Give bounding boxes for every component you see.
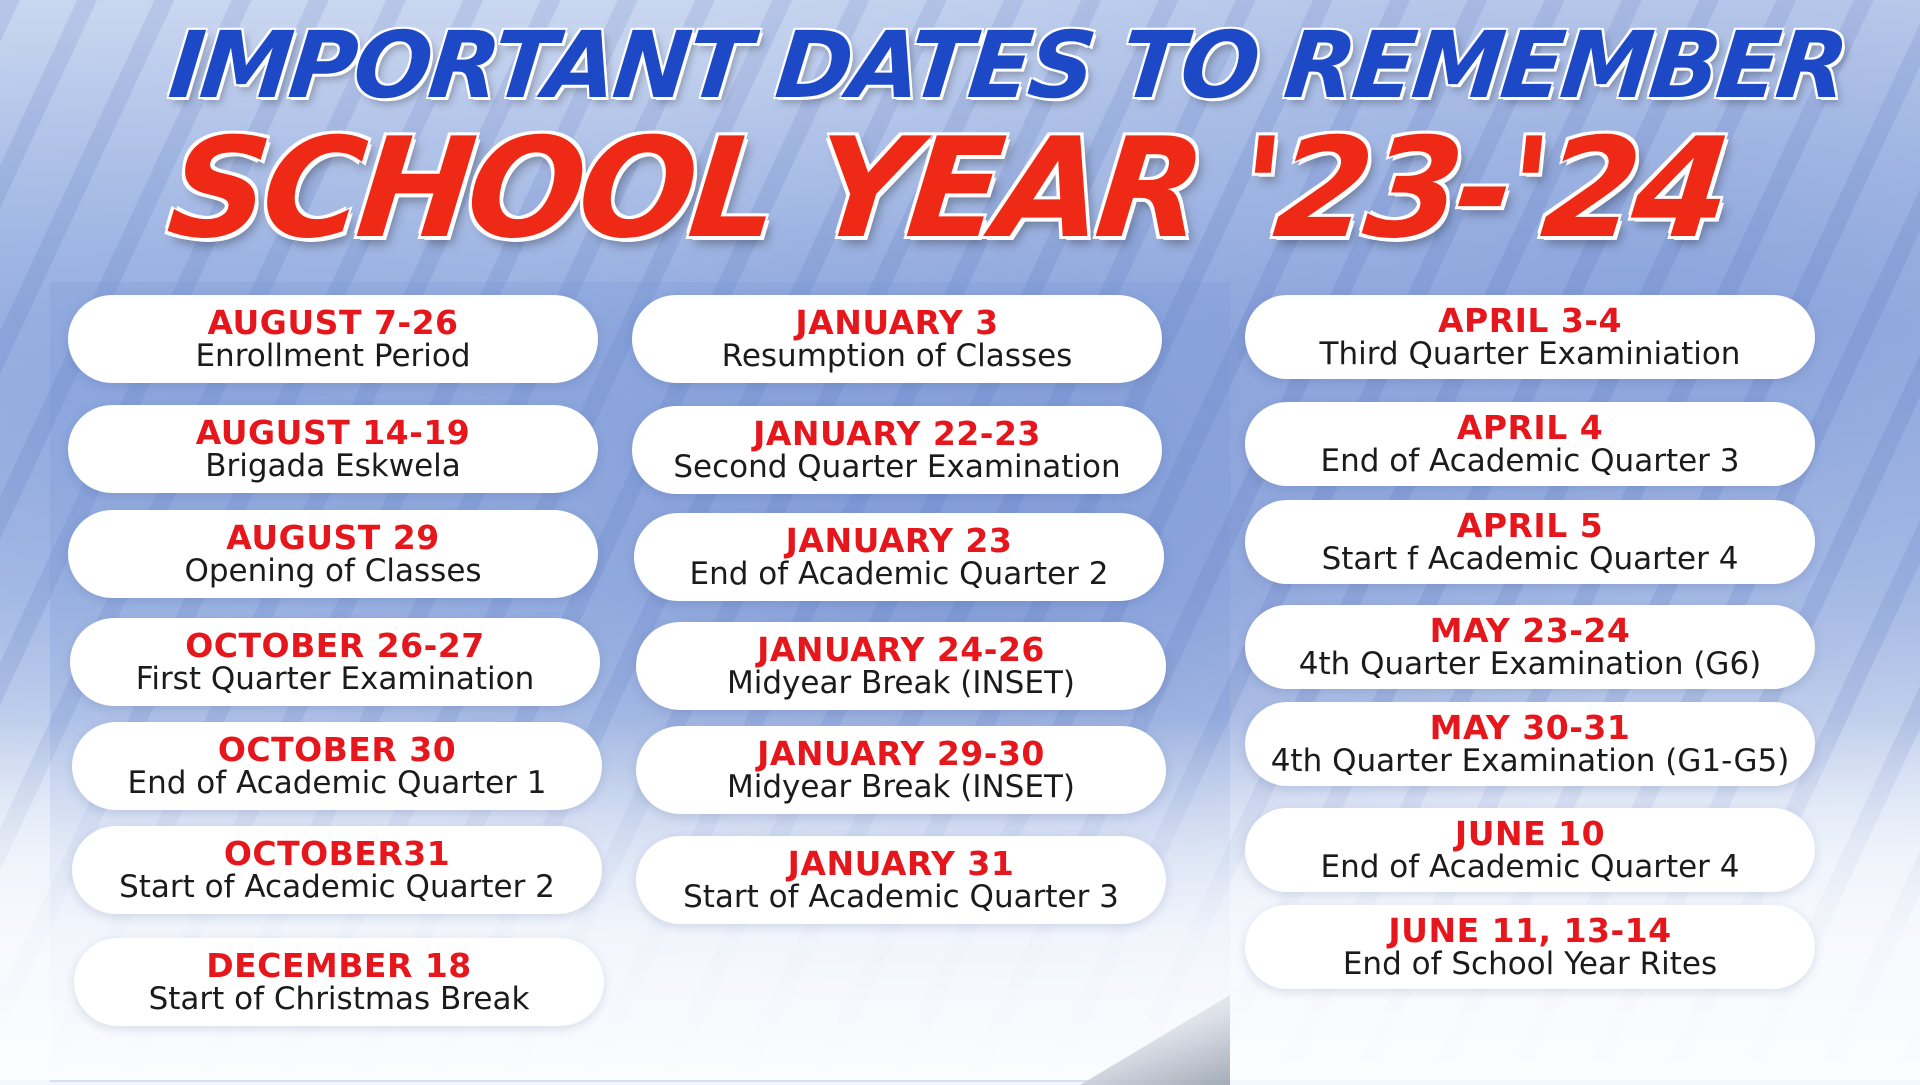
date-label: JANUARY 31 — [787, 844, 1015, 883]
date-card: OCTOBER31 Start of Academic Quarter 2 — [72, 826, 602, 914]
event-label: Resumption of Classes — [721, 338, 1073, 374]
date-label: APRIL 3-4 — [1437, 301, 1623, 340]
date-label: MAY 30-31 — [1429, 708, 1631, 747]
date-label: AUGUST 29 — [226, 518, 440, 557]
event-label: End of Academic Quarter 4 — [1320, 849, 1740, 885]
date-label: AUGUST 14-19 — [195, 413, 471, 452]
event-label: Start f Academic Quarter 4 — [1321, 541, 1739, 577]
date-label: MAY 23-24 — [1429, 611, 1631, 650]
date-label: JANUARY 29-30 — [757, 734, 1045, 773]
date-label: APRIL 4 — [1456, 408, 1604, 447]
date-card: APRIL 4 End of Academic Quarter 3 — [1245, 402, 1815, 486]
event-label: Enrollment Period — [195, 338, 471, 374]
date-card: APRIL 5 Start f Academic Quarter 4 — [1245, 500, 1815, 584]
event-label: End of School Year Rites — [1342, 946, 1718, 982]
date-card: JANUARY 31 Start of Academic Quarter 3 — [636, 836, 1166, 924]
event-label: Second Quarter Examination — [673, 449, 1121, 485]
date-label: APRIL 5 — [1456, 506, 1604, 545]
event-label: Start of Academic Quarter 3 — [683, 879, 1119, 915]
date-card: JANUARY 29-30 Midyear Break (INSET) — [636, 726, 1166, 814]
date-card: JANUARY 22-23 Second Quarter Examination — [632, 406, 1162, 494]
date-label: JANUARY 23 — [785, 521, 1013, 560]
date-card: JUNE 11, 13-14 End of School Year Rites — [1245, 905, 1815, 989]
event-label: First Quarter Examination — [135, 661, 535, 697]
event-label: End of Academic Quarter 2 — [689, 556, 1109, 592]
date-card: APRIL 3-4 Third Quarter Examiniation — [1245, 295, 1815, 379]
date-card: DECEMBER 18 Start of Christmas Break — [74, 938, 604, 1026]
event-label: Brigada Eskwela — [205, 448, 461, 484]
date-card: OCTOBER 30 End of Academic Quarter 1 — [72, 722, 602, 810]
date-label: JUNE 11, 13-14 — [1388, 911, 1672, 950]
date-label: OCTOBER 30 — [217, 730, 457, 769]
date-card: AUGUST 14-19 Brigada Eskwela — [68, 405, 598, 493]
event-label: Opening of Classes — [184, 553, 482, 589]
event-label: Midyear Break (INSET) — [727, 665, 1075, 701]
date-label: OCTOBER 26-27 — [185, 626, 485, 665]
date-label: JANUARY 3 — [795, 303, 999, 342]
event-label: Start of Christmas Break — [148, 981, 530, 1017]
date-card: JANUARY 3 Resumption of Classes — [632, 295, 1162, 383]
date-card: MAY 23-24 4th Quarter Examination (G6) — [1245, 605, 1815, 689]
date-card: JUNE 10 End of Academic Quarter 4 — [1245, 808, 1815, 892]
date-label: JANUARY 24-26 — [757, 630, 1045, 669]
event-label: End of Academic Quarter 1 — [127, 765, 547, 801]
date-label: DECEMBER 18 — [206, 946, 472, 985]
date-card: JANUARY 23 End of Academic Quarter 2 — [634, 513, 1164, 601]
date-card: AUGUST 7-26 Enrollment Period — [68, 295, 598, 383]
date-card: OCTOBER 26-27 First Quarter Examination — [70, 618, 600, 706]
event-label: Start of Academic Quarter 2 — [119, 869, 555, 905]
page-subtitle: SCHOOL YEAR '23-'24 — [161, 108, 1733, 269]
page-title: IMPORTANT DATES TO REMEMBER — [164, 12, 1851, 119]
date-label: OCTOBER31 — [223, 834, 451, 873]
event-label: 4th Quarter Examination (G1-G5) — [1270, 743, 1790, 779]
date-label: JANUARY 22-23 — [753, 414, 1041, 453]
event-label: 4th Quarter Examination (G6) — [1298, 646, 1762, 682]
date-label: AUGUST 7-26 — [207, 303, 459, 342]
event-label: Midyear Break (INSET) — [727, 769, 1075, 805]
date-card: AUGUST 29 Opening of Classes — [68, 510, 598, 598]
date-label: JUNE 10 — [1454, 814, 1606, 853]
event-label: Third Quarter Examiniation — [1319, 336, 1741, 372]
event-label: End of Academic Quarter 3 — [1320, 443, 1740, 479]
date-card: MAY 30-31 4th Quarter Examination (G1-G5… — [1245, 702, 1815, 786]
date-card: JANUARY 24-26 Midyear Break (INSET) — [636, 622, 1166, 710]
